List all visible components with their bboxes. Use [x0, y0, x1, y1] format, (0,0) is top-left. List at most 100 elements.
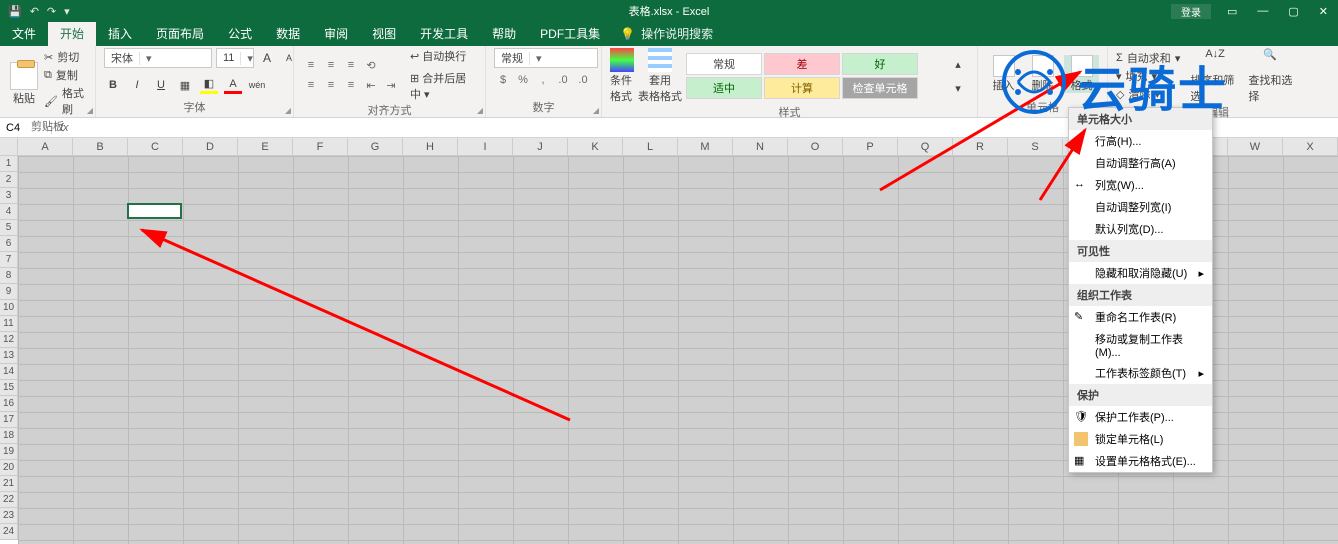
align-left-icon[interactable]: ≡ — [302, 77, 320, 93]
col-header[interactable]: K — [568, 138, 623, 156]
dd-protect-sheet[interactable]: 🛡保护工作表(P)... — [1069, 406, 1212, 428]
sort-filter-button[interactable]: A↓Z 排序和筛选 — [1190, 48, 1244, 104]
row-header[interactable]: 3 — [0, 188, 18, 204]
col-header[interactable]: X — [1283, 138, 1338, 156]
autosum-button[interactable]: Σ自动求和 ▾ — [1116, 50, 1180, 66]
underline-button[interactable]: U — [152, 76, 170, 94]
format-cells-button[interactable]: 格式 — [1064, 55, 1099, 93]
decrease-decimal-icon[interactable]: .0 — [574, 72, 592, 88]
dd-row-height[interactable]: ↕行高(H)... — [1069, 130, 1212, 152]
col-header[interactable]: I — [458, 138, 513, 156]
dd-lock-cell[interactable]: 锁定单元格(L) — [1069, 428, 1212, 450]
clear-button[interactable]: ◇清除 ▾ — [1116, 86, 1180, 102]
row-header[interactable]: 7 — [0, 252, 18, 268]
row-header[interactable]: 15 — [0, 380, 18, 396]
indent-increase-icon[interactable]: ⇥ — [382, 77, 400, 93]
save-icon[interactable]: 💾 — [8, 5, 22, 18]
row-header[interactable]: 24 — [0, 524, 18, 540]
row-header[interactable]: 10 — [0, 300, 18, 316]
cell-styles-gallery[interactable]: 常规 差 好 ▴ 适中 计算 检查单元格 ▾ — [686, 53, 996, 99]
format-table-button[interactable]: 套用 表格格式 — [638, 48, 682, 104]
format-painter-button[interactable]: 🖌格式刷 — [44, 84, 87, 118]
undo-icon[interactable]: ↶ — [30, 5, 39, 18]
tab-pdf[interactable]: PDF工具集 — [528, 21, 612, 46]
merge-center-button[interactable]: ⊞ 合并后居中 ▾ — [410, 70, 477, 102]
row-header[interactable]: 2 — [0, 172, 18, 188]
row-header[interactable]: 1 — [0, 156, 18, 172]
orientation-icon[interactable]: ⟲ — [362, 57, 380, 73]
row-header[interactable]: 20 — [0, 460, 18, 476]
row-header[interactable]: 23 — [0, 508, 18, 524]
dd-format-cells[interactable]: ▦设置单元格格式(E)... — [1069, 450, 1212, 472]
maximize-icon[interactable]: ▢ — [1278, 5, 1308, 18]
style-bad[interactable]: 差 — [764, 53, 840, 75]
redo-icon[interactable]: ↷ — [47, 5, 56, 18]
dd-autofit-col[interactable]: 自动调整列宽(I) — [1069, 196, 1212, 218]
row-header[interactable]: 9 — [0, 284, 18, 300]
font-color-button[interactable]: A — [224, 76, 242, 94]
dialog-launcher-icon[interactable]: ◢ — [477, 106, 483, 115]
align-center-icon[interactable]: ≡ — [322, 77, 340, 93]
phonetic-button[interactable]: wén — [248, 76, 266, 94]
col-header[interactable]: B — [73, 138, 128, 156]
dd-rename-sheet[interactable]: ✎重命名工作表(R) — [1069, 306, 1212, 328]
col-header[interactable]: F — [293, 138, 348, 156]
col-header[interactable]: P — [843, 138, 898, 156]
wrap-text-button[interactable]: ↩ 自动换行 — [410, 48, 477, 64]
style-ok[interactable]: 适中 — [686, 77, 762, 99]
tell-me[interactable]: 💡 操作说明搜索 — [612, 21, 721, 46]
tab-developer[interactable]: 开发工具 — [408, 21, 480, 46]
col-header[interactable]: J — [513, 138, 568, 156]
tab-help[interactable]: 帮助 — [480, 21, 528, 46]
select-all-triangle[interactable] — [0, 138, 18, 156]
qat-more-icon[interactable]: ▾ — [64, 5, 70, 18]
row-header[interactable]: 16 — [0, 396, 18, 412]
close-icon[interactable]: ✕ — [1309, 5, 1338, 18]
bold-button[interactable]: B — [104, 76, 122, 94]
dd-default-width[interactable]: 默认列宽(D)... — [1069, 218, 1212, 240]
col-header[interactable]: O — [788, 138, 843, 156]
col-header[interactable]: A — [18, 138, 73, 156]
indent-decrease-icon[interactable]: ⇤ — [362, 77, 380, 93]
increase-decimal-icon[interactable]: .0 — [554, 72, 572, 88]
row-header[interactable]: 14 — [0, 364, 18, 380]
fill-button[interactable]: ▾填充 ▾ — [1116, 68, 1180, 84]
align-middle-icon[interactable]: ≡ — [322, 57, 340, 73]
font-name-combo[interactable]: 宋体▾ — [104, 48, 212, 68]
copy-button[interactable]: ⧉复制 — [44, 66, 87, 84]
row-header[interactable]: 12 — [0, 332, 18, 348]
col-header[interactable]: S — [1008, 138, 1063, 156]
col-header[interactable]: N — [733, 138, 788, 156]
style-calc[interactable]: 计算 — [764, 77, 840, 99]
fill-color-button[interactable]: ◧ — [200, 76, 218, 94]
tab-insert[interactable]: 插入 — [96, 21, 144, 46]
row-header[interactable]: 19 — [0, 444, 18, 460]
tab-view[interactable]: 视图 — [360, 21, 408, 46]
style-good[interactable]: 好 — [842, 53, 918, 75]
row-header[interactable]: 6 — [0, 236, 18, 252]
login-button[interactable]: 登录 — [1171, 4, 1211, 19]
row-header[interactable]: 5 — [0, 220, 18, 236]
col-header[interactable]: H — [403, 138, 458, 156]
align-right-icon[interactable]: ≡ — [342, 77, 360, 93]
col-header[interactable]: Q — [898, 138, 953, 156]
dd-hide-unhide[interactable]: 隐藏和取消隐藏(U)▸ — [1069, 262, 1212, 284]
dd-col-width[interactable]: ↔列宽(W)... — [1069, 174, 1212, 196]
conditional-format-button[interactable]: 条件格式 — [610, 48, 634, 104]
tab-file[interactable]: 文件 — [0, 21, 48, 46]
col-header[interactable]: R — [953, 138, 1008, 156]
paste-button[interactable]: 粘贴 — [8, 60, 40, 106]
find-select-button[interactable]: 🔍 查找和选择 — [1248, 48, 1302, 104]
row-header[interactable]: 4 — [0, 204, 18, 220]
font-size-combo[interactable]: 11▾ — [216, 48, 254, 68]
dd-tab-color[interactable]: 工作表标签颜色(T)▸ — [1069, 362, 1212, 384]
col-header[interactable]: G — [348, 138, 403, 156]
row-header[interactable]: 18 — [0, 428, 18, 444]
ribbon-options-icon[interactable]: ▭ — [1217, 5, 1247, 18]
row-header[interactable]: 21 — [0, 476, 18, 492]
tab-formulas[interactable]: 公式 — [216, 21, 264, 46]
col-header[interactable]: M — [678, 138, 733, 156]
tab-data[interactable]: 数据 — [264, 21, 312, 46]
tab-layout[interactable]: 页面布局 — [144, 21, 216, 46]
col-header[interactable]: D — [183, 138, 238, 156]
